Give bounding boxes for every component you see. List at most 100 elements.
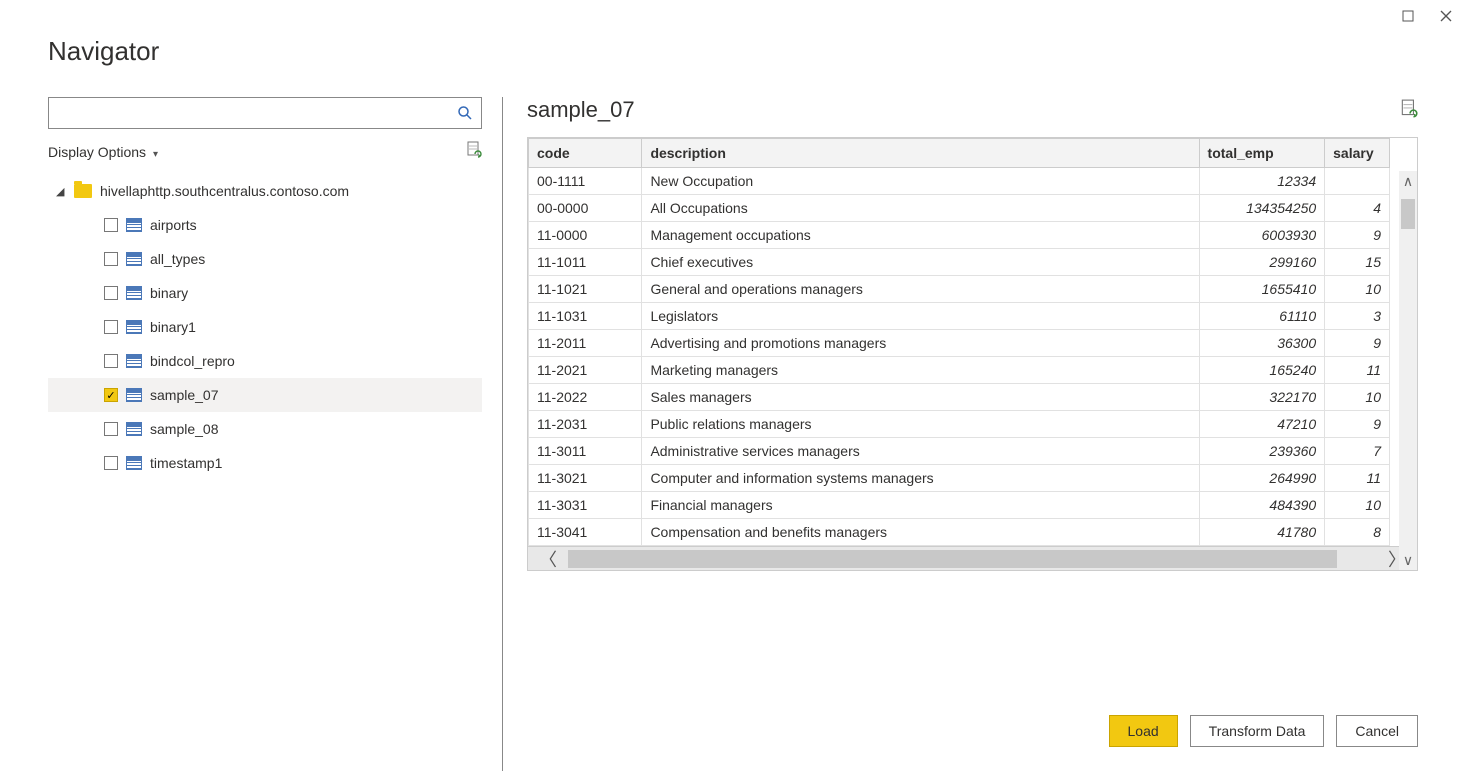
scroll-down-icon[interactable]: ∨ — [1403, 550, 1413, 570]
checkbox[interactable]: ✓ — [104, 388, 118, 402]
cell-salary: 4 — [1325, 195, 1390, 222]
table-row[interactable]: 11-0000Management occupations60039309 — [529, 222, 1390, 249]
cell-description: Advertising and promotions managers — [642, 330, 1199, 357]
scroll-left-icon[interactable]: 〈 — [528, 546, 568, 572]
cell-description: Public relations managers — [642, 411, 1199, 438]
checkbox[interactable] — [104, 354, 118, 368]
checkbox[interactable] — [104, 422, 118, 436]
table-row[interactable]: 11-1031Legislators611103 — [529, 303, 1390, 330]
table-row[interactable]: 11-2021Marketing managers16524011 — [529, 357, 1390, 384]
tree-item-bindcol_repro[interactable]: bindcol_repro — [48, 344, 482, 378]
cell-total-emp: 1655410 — [1199, 276, 1325, 303]
search-input[interactable] — [49, 101, 449, 125]
window-maximize-icon[interactable] — [1400, 8, 1416, 24]
cell-total-emp: 36300 — [1199, 330, 1325, 357]
table-row[interactable]: 00-0000All Occupations1343542504 — [529, 195, 1390, 222]
table-row[interactable]: 11-1011Chief executives29916015 — [529, 249, 1390, 276]
tree-item-label: binary — [150, 285, 188, 301]
cell-total-emp: 134354250 — [1199, 195, 1325, 222]
checkbox[interactable] — [104, 320, 118, 334]
tree-item-label: timestamp1 — [150, 455, 222, 471]
checkbox[interactable] — [104, 218, 118, 232]
table-row[interactable]: 11-3021Computer and information systems … — [529, 465, 1390, 492]
column-header-description[interactable]: description — [642, 139, 1199, 168]
cell-description: Computer and information systems manager… — [642, 465, 1199, 492]
cell-code: 00-0000 — [529, 195, 642, 222]
cell-total-emp: 165240 — [1199, 357, 1325, 384]
cell-salary: 9 — [1325, 330, 1390, 357]
tree-item-label: sample_07 — [150, 387, 219, 403]
cell-salary: 10 — [1325, 492, 1390, 519]
transform-data-button[interactable]: Transform Data — [1190, 715, 1325, 747]
cell-description: Management occupations — [642, 222, 1199, 249]
tree-item-timestamp1[interactable]: timestamp1 — [48, 446, 482, 480]
tree-item-airports[interactable]: airports — [48, 208, 482, 242]
scroll-thumb-horizontal[interactable] — [568, 550, 1337, 568]
cell-code: 11-1021 — [529, 276, 642, 303]
table-row[interactable]: 11-2031Public relations managers472109 — [529, 411, 1390, 438]
horizontal-scrollbar[interactable]: 〈 〉 — [528, 546, 1417, 570]
preview-title: sample_07 — [527, 97, 635, 123]
refresh-tree-icon[interactable] — [466, 141, 482, 162]
cancel-button[interactable]: Cancel — [1336, 715, 1418, 747]
cell-description: All Occupations — [642, 195, 1199, 222]
scroll-thumb-vertical[interactable] — [1401, 199, 1415, 229]
table-row[interactable]: 11-2022Sales managers32217010 — [529, 384, 1390, 411]
checkbox[interactable] — [104, 252, 118, 266]
tree-item-all_types[interactable]: all_types — [48, 242, 482, 276]
table-row[interactable]: 11-3031Financial managers48439010 — [529, 492, 1390, 519]
cell-code: 11-3041 — [529, 519, 642, 546]
table-icon — [126, 320, 142, 334]
tree-item-sample_08[interactable]: sample_08 — [48, 412, 482, 446]
cell-code: 11-1011 — [529, 249, 642, 276]
column-header-code[interactable]: code — [529, 139, 642, 168]
cell-salary: 8 — [1325, 519, 1390, 546]
cell-code: 11-2022 — [529, 384, 642, 411]
tree-root-label: hivellaphttp.southcentralus.contoso.com — [100, 183, 349, 199]
preview-grid: code description total_emp salary 00-111… — [527, 137, 1418, 571]
display-options-dropdown[interactable]: Display Options ▾ — [48, 144, 158, 160]
table-row[interactable]: 11-3011Administrative services managers2… — [529, 438, 1390, 465]
collapse-icon[interactable]: ◢ — [56, 185, 70, 198]
scroll-up-icon[interactable]: ∧ — [1403, 171, 1413, 191]
cell-total-emp: 41780 — [1199, 519, 1325, 546]
vertical-scrollbar[interactable]: ∧ ∨ — [1399, 171, 1417, 570]
display-options-label: Display Options — [48, 144, 146, 160]
load-button[interactable]: Load — [1109, 715, 1178, 747]
tree-root[interactable]: ◢ hivellaphttp.southcentralus.contoso.co… — [48, 174, 482, 208]
cell-description: Administrative services managers — [642, 438, 1199, 465]
cell-description: Compensation and benefits managers — [642, 519, 1199, 546]
checkbox[interactable] — [104, 286, 118, 300]
cell-total-emp: 484390 — [1199, 492, 1325, 519]
cell-code: 11-2011 — [529, 330, 642, 357]
cell-total-emp: 61110 — [1199, 303, 1325, 330]
chevron-down-icon: ▾ — [153, 149, 158, 160]
cell-description: General and operations managers — [642, 276, 1199, 303]
tree-item-label: binary1 — [150, 319, 196, 335]
cell-code: 11-2031 — [529, 411, 642, 438]
refresh-preview-icon[interactable] — [1400, 99, 1418, 122]
cell-salary: 11 — [1325, 465, 1390, 492]
search-box[interactable] — [48, 97, 482, 129]
preview-pane: sample_07 code description total_emp sal… — [503, 97, 1418, 771]
cell-total-emp: 322170 — [1199, 384, 1325, 411]
table-icon — [126, 422, 142, 436]
cell-description: Financial managers — [642, 492, 1199, 519]
tree-item-sample_07[interactable]: ✓ sample_07 — [48, 378, 482, 412]
cell-code: 11-0000 — [529, 222, 642, 249]
cell-code: 11-1031 — [529, 303, 642, 330]
table-row[interactable]: 11-2011Advertising and promotions manage… — [529, 330, 1390, 357]
column-header-total-emp[interactable]: total_emp — [1199, 139, 1325, 168]
tree-item-binary1[interactable]: binary1 — [48, 310, 482, 344]
checkbox[interactable] — [104, 456, 118, 470]
tree-item-binary[interactable]: binary — [48, 276, 482, 310]
table-row[interactable]: 00-1111New Occupation12334 — [529, 168, 1390, 195]
cell-salary — [1325, 168, 1390, 195]
column-header-salary[interactable]: salary — [1325, 139, 1390, 168]
cell-code: 00-1111 — [529, 168, 642, 195]
table-row[interactable]: 11-3041Compensation and benefits manager… — [529, 519, 1390, 546]
table-row[interactable]: 11-1021General and operations managers16… — [529, 276, 1390, 303]
cell-salary: 7 — [1325, 438, 1390, 465]
search-icon[interactable] — [449, 105, 481, 121]
window-close-icon[interactable] — [1438, 8, 1454, 24]
